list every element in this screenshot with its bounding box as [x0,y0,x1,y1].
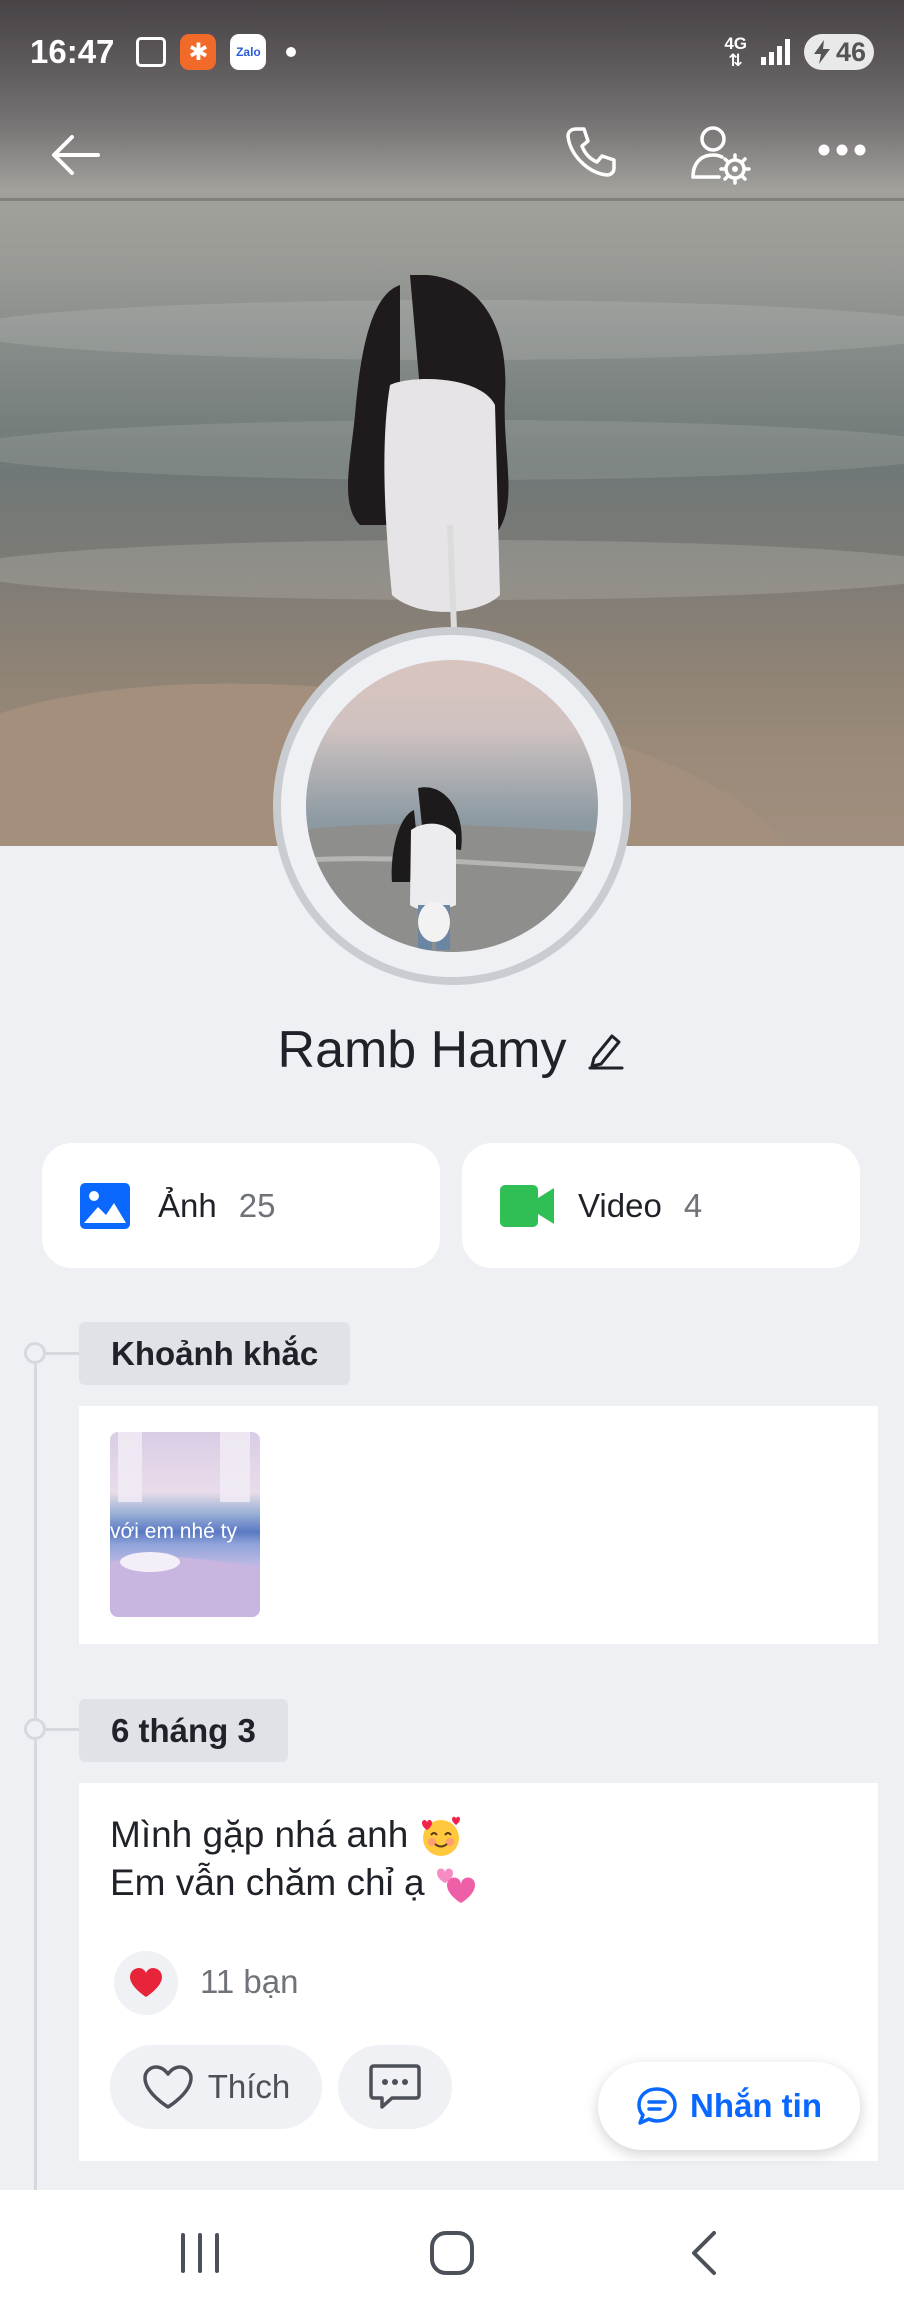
videos-count: 4 [683,1186,703,1224]
message-fab[interactable]: Nhắn tin [598,2062,860,2150]
horizon [0,198,904,201]
home-button[interactable] [412,2218,492,2288]
post-line-2: Em vẫn chăm chỉ ạ [110,1859,481,1907]
moment-thumbnail[interactable]: với em nhé ty [110,1432,260,1617]
smiling-hearts-emoji-icon [421,1816,460,1857]
back-button[interactable] [40,120,110,190]
back-arrow-icon [52,135,100,175]
cover-figure [348,275,509,655]
videos-card[interactable]: Video 4 [462,1143,860,1268]
profile-name-row: Ramb Hamy [0,1020,904,1080]
charging-bolt-icon [814,40,830,64]
photos-count: 25 [238,1186,276,1224]
avatar-figure [306,787,598,952]
call-button[interactable] [557,116,627,186]
post-date-header: 6 tháng 3 [79,1699,288,1762]
home-icon [430,2231,474,2275]
chat-bubble-icon [637,2087,677,2125]
timeline-branch [46,1728,80,1731]
message-label: Nhắn tin [690,2087,822,2124]
moments-panel: với em nhé ty [79,1406,878,1644]
photos-card[interactable]: Ảnh 25 [42,1143,440,1268]
timeline-node [24,1342,46,1364]
heart-outline-icon [142,2065,193,2109]
comment-icon [369,2064,421,2109]
recent-apps-button[interactable] [160,2218,240,2288]
avatar-ring[interactable] [273,627,631,985]
timeline-branch [46,1352,80,1355]
status-right: 4G ⇅ 46 [724,0,874,104]
photo-icon [80,1182,130,1229]
post-line-1-text: Mình gặp nhá anh [110,1814,409,1855]
avatar [306,660,598,952]
status-time: 16:47 [30,33,115,70]
data-arrows-icon: ⇅ [728,51,743,70]
pencil-icon [588,1034,624,1070]
edit-name-button[interactable] [586,1030,626,1070]
app-notification-icon: ✱ [180,34,217,70]
videos-label: Video [578,1186,662,1224]
comment-button[interactable] [338,2045,452,2129]
chevron-left-icon [692,2231,716,2275]
phone-icon [566,127,616,177]
like-button[interactable]: Thích [110,2045,322,2129]
more-dots-icon [818,144,866,156]
signal-icon [761,39,790,65]
reaction-count[interactable]: 11 bạn [200,1963,298,2001]
battery-indicator: 46 [804,34,874,70]
timeline-line [34,1352,37,2192]
two-hearts-emoji-icon [436,1868,475,1904]
moments-label: Khoảnh khắc [111,1334,319,1372]
heart-reaction-icon [130,1968,162,1997]
network-icon: 4G ⇅ [724,35,747,69]
moment-caption: với em nhé ty [110,1520,237,1543]
zalo-icon: Zalo [230,34,267,70]
status-bar: 16:47 ✱ Zalo 4G ⇅ 46 [0,0,904,104]
screenshot-icon [136,37,167,67]
recent-apps-icon [181,2233,219,2273]
moments-header: Khoảnh khắc [79,1322,351,1385]
notification-dot-icon [286,47,297,57]
post-text: Mình gặp nhá anh Em vẫn chăm chỉ ạ [110,1811,481,1907]
profile-name: Ramb Hamy [277,1021,567,1079]
user-settings-icon [691,126,751,185]
post-line-1: Mình gặp nhá anh [110,1811,481,1859]
battery-level: 46 [835,36,866,67]
photos-label: Ảnh [158,1186,217,1224]
profile-settings-button[interactable] [680,114,760,194]
post-date: 6 tháng 3 [111,1711,256,1749]
timeline-node [24,1718,46,1740]
more-button[interactable] [810,115,874,185]
reaction-badge[interactable] [114,1951,178,2015]
network-label: 4G [724,34,747,53]
system-back-button[interactable] [664,2218,744,2288]
system-nav-bar [0,2190,904,2316]
video-camera-icon [500,1184,554,1227]
post-line-2-text: Em vẫn chăm chỉ ạ [110,1862,425,1904]
like-label: Thích [207,2068,291,2105]
